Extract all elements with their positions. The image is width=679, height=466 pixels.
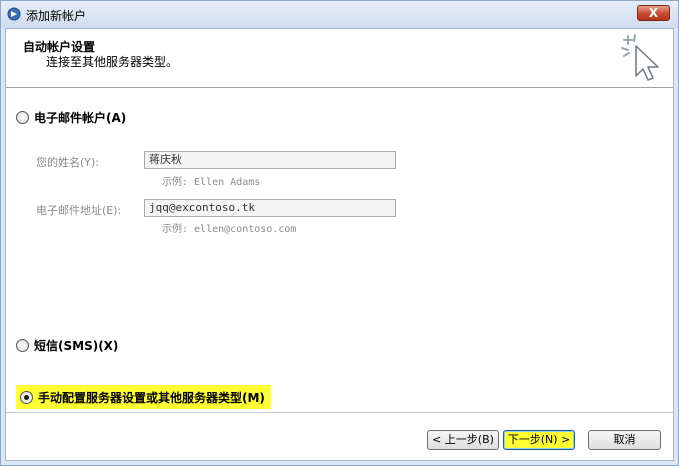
email-account-label: 电子邮件帐户(A) bbox=[34, 110, 127, 125]
sms-radio[interactable] bbox=[16, 338, 29, 352]
window-title: 添加新帐户 bbox=[26, 9, 87, 23]
title-bar[interactable]: 添加新帐户 X bbox=[1, 1, 678, 28]
add-account-window: 添加新帐户 X 自动帐户设置 连接至其他服务器类型。 电子邮件帐户(A) 您的姓… bbox=[0, 0, 679, 466]
back-button[interactable]: < 上一步(B) bbox=[427, 430, 499, 450]
wizard-client-area: 自动帐户设置 连接至其他服务器类型。 电子邮件帐户(A) 您的姓名(Y): 蒋庆… bbox=[5, 28, 674, 461]
close-button[interactable]: X bbox=[637, 5, 670, 21]
wizard-header: 自动帐户设置 连接至其他服务器类型。 bbox=[6, 29, 673, 87]
close-icon: X bbox=[648, 6, 659, 20]
option-manual-config[interactable]: 手动配置服务器设置或其他服务器类型(M) bbox=[16, 385, 271, 409]
name-example: 示例: Ellen Adams bbox=[162, 177, 261, 188]
outlook-app-icon bbox=[7, 7, 21, 21]
page-subtitle: 连接至其他服务器类型。 bbox=[46, 55, 179, 69]
name-field-label: 您的姓名(Y): bbox=[36, 156, 100, 169]
option-email-account[interactable]: 电子邮件帐户(A) bbox=[16, 107, 126, 127]
cancel-button[interactable]: 取消 bbox=[588, 430, 661, 450]
email-field-label: 电子邮件地址(E): bbox=[36, 204, 122, 217]
manual-config-radio[interactable] bbox=[20, 390, 33, 404]
manual-config-label: 手动配置服务器设置或其他服务器类型(M) bbox=[38, 390, 265, 405]
footer-divider bbox=[6, 412, 673, 413]
header-divider bbox=[6, 87, 673, 89]
email-example: 示例: ellen@contoso.com bbox=[162, 224, 297, 235]
next-button[interactable]: 下一步(N) > bbox=[503, 430, 575, 450]
wizard-cursor-sparkle-icon bbox=[621, 34, 659, 81]
sms-label: 短信(SMS)(X) bbox=[34, 338, 119, 353]
email-field[interactable]: jqq@excontoso.tk bbox=[144, 199, 396, 217]
email-account-radio[interactable] bbox=[16, 110, 29, 124]
option-sms[interactable]: 短信(SMS)(X) bbox=[16, 335, 118, 355]
name-field[interactable]: 蒋庆秋 bbox=[144, 151, 396, 169]
